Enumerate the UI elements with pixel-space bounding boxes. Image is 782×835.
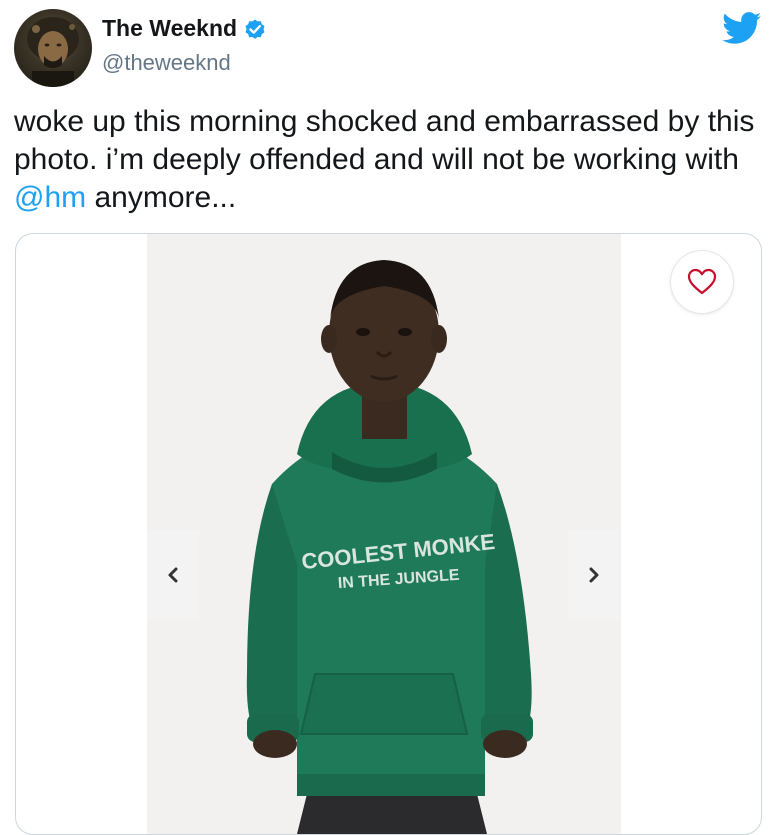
author-avatar[interactable] [14,9,92,87]
author-name[interactable]: The Weeknd [102,15,237,42]
tweet-text: woke up this morning shocked and embarra… [14,103,764,217]
heart-outline-icon [687,268,717,295]
next-image-button[interactable] [568,530,620,620]
prev-image-button[interactable] [147,530,199,620]
product-photo[interactable]: COOLEST MONKE IN THE JUNGLE [147,234,621,834]
chevron-left-icon [168,567,178,583]
verified-badge-icon [245,19,265,39]
tweet-text-after: anymore... [86,181,237,214]
twitter-bird-icon[interactable] [722,12,762,45]
chevron-right-icon [589,567,599,583]
child-in-hoodie-illustration: COOLEST MONKE IN THE JUNGLE [246,260,533,834]
author-handle[interactable]: @theweeknd [102,50,231,76]
favorite-button[interactable] [671,251,733,313]
media-card[interactable]: COOLEST MONKE IN THE JUNGLE [15,233,762,835]
avatar-portrait [27,17,79,87]
mention-link[interactable]: @hm [14,181,86,214]
tweet-text-before: woke up this morning shocked and embarra… [14,105,755,176]
author-name-row[interactable]: The Weeknd [102,15,267,42]
